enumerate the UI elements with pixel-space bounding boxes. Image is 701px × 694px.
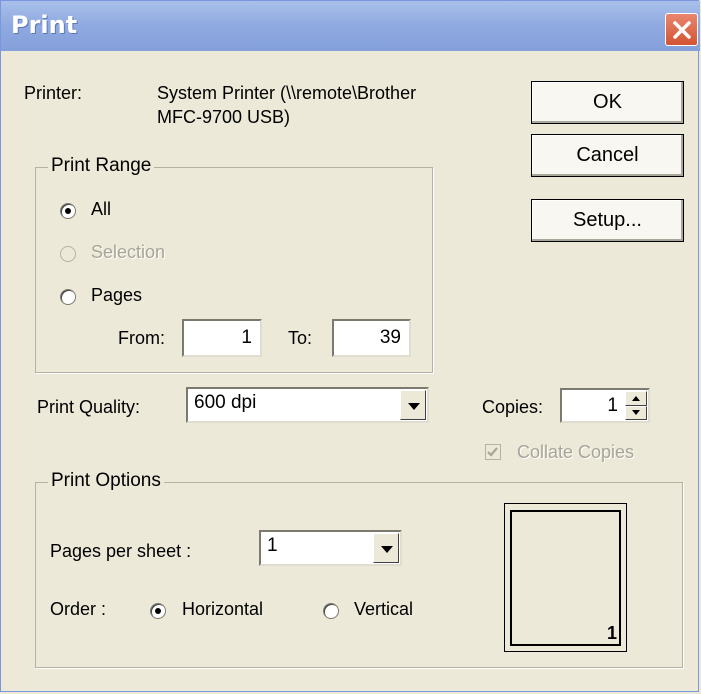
radio-horizontal[interactable] bbox=[150, 603, 166, 619]
radio-selection-label: Selection bbox=[91, 242, 166, 262]
print-quality-label: Print Quality: bbox=[37, 397, 141, 417]
chevron-down-icon[interactable] bbox=[373, 533, 399, 563]
radio-all[interactable] bbox=[60, 203, 76, 219]
radio-vertical-label: Vertical bbox=[354, 599, 414, 619]
page-preview-number: 1 bbox=[606, 623, 617, 643]
print-dialog: Print Printer: System Printer (\\remote\… bbox=[0, 0, 700, 692]
arrow-down-icon bbox=[632, 410, 640, 415]
title-bar: Print bbox=[1, 1, 700, 51]
printer-name-line1: System Printer (\\remote\Brother bbox=[157, 83, 417, 103]
copies-value: 1 bbox=[607, 395, 618, 416]
arrow-up-icon bbox=[632, 396, 640, 401]
printer-label: Printer: bbox=[24, 83, 83, 103]
print-options-legend: Print Options bbox=[48, 470, 164, 492]
radio-horizontal-label: Horizontal bbox=[182, 599, 264, 619]
chevron-down-icon[interactable] bbox=[400, 390, 426, 420]
print-quality-select[interactable]: 600 dpi bbox=[186, 387, 429, 423]
pages-per-sheet-value: 1 bbox=[267, 535, 278, 556]
print-quality-value: 600 dpi bbox=[194, 392, 257, 413]
from-value: 1 bbox=[241, 327, 252, 348]
collate-checkbox[interactable] bbox=[485, 444, 501, 460]
radio-selection[interactable] bbox=[60, 246, 76, 262]
ok-button[interactable]: OK bbox=[531, 81, 684, 124]
from-label: From: bbox=[118, 328, 165, 348]
from-input[interactable]: 1 bbox=[182, 319, 262, 357]
copies-spinner[interactable]: 1 bbox=[560, 388, 650, 423]
radio-all-label: All bbox=[91, 199, 112, 219]
spin-down-button[interactable] bbox=[625, 406, 647, 420]
printer-name-line2: MFC-9700 USB) bbox=[157, 107, 291, 127]
setup-button[interactable]: Setup... bbox=[531, 199, 684, 242]
radio-pages-label: Pages bbox=[91, 285, 143, 305]
window-title: Print bbox=[11, 11, 78, 39]
order-label: Order : bbox=[50, 599, 107, 619]
radio-pages[interactable] bbox=[60, 289, 76, 305]
to-value: 39 bbox=[379, 327, 401, 348]
to-input[interactable]: 39 bbox=[332, 319, 411, 357]
close-button[interactable] bbox=[665, 13, 698, 46]
collate-label: Collate Copies bbox=[517, 442, 635, 462]
page-preview: 1 bbox=[504, 503, 627, 652]
pages-per-sheet-select[interactable]: 1 bbox=[259, 530, 402, 566]
to-label: To: bbox=[288, 328, 313, 348]
pages-per-sheet-label: Pages per sheet : bbox=[50, 541, 192, 561]
page-preview-sheet: 1 bbox=[510, 510, 621, 646]
close-icon bbox=[673, 21, 691, 39]
print-range-legend: Print Range bbox=[48, 155, 155, 177]
checkmark-icon bbox=[487, 447, 498, 457]
spin-up-button[interactable] bbox=[625, 391, 647, 406]
radio-vertical[interactable] bbox=[323, 603, 339, 619]
copies-label: Copies: bbox=[482, 397, 544, 417]
cancel-button[interactable]: Cancel bbox=[531, 134, 684, 177]
